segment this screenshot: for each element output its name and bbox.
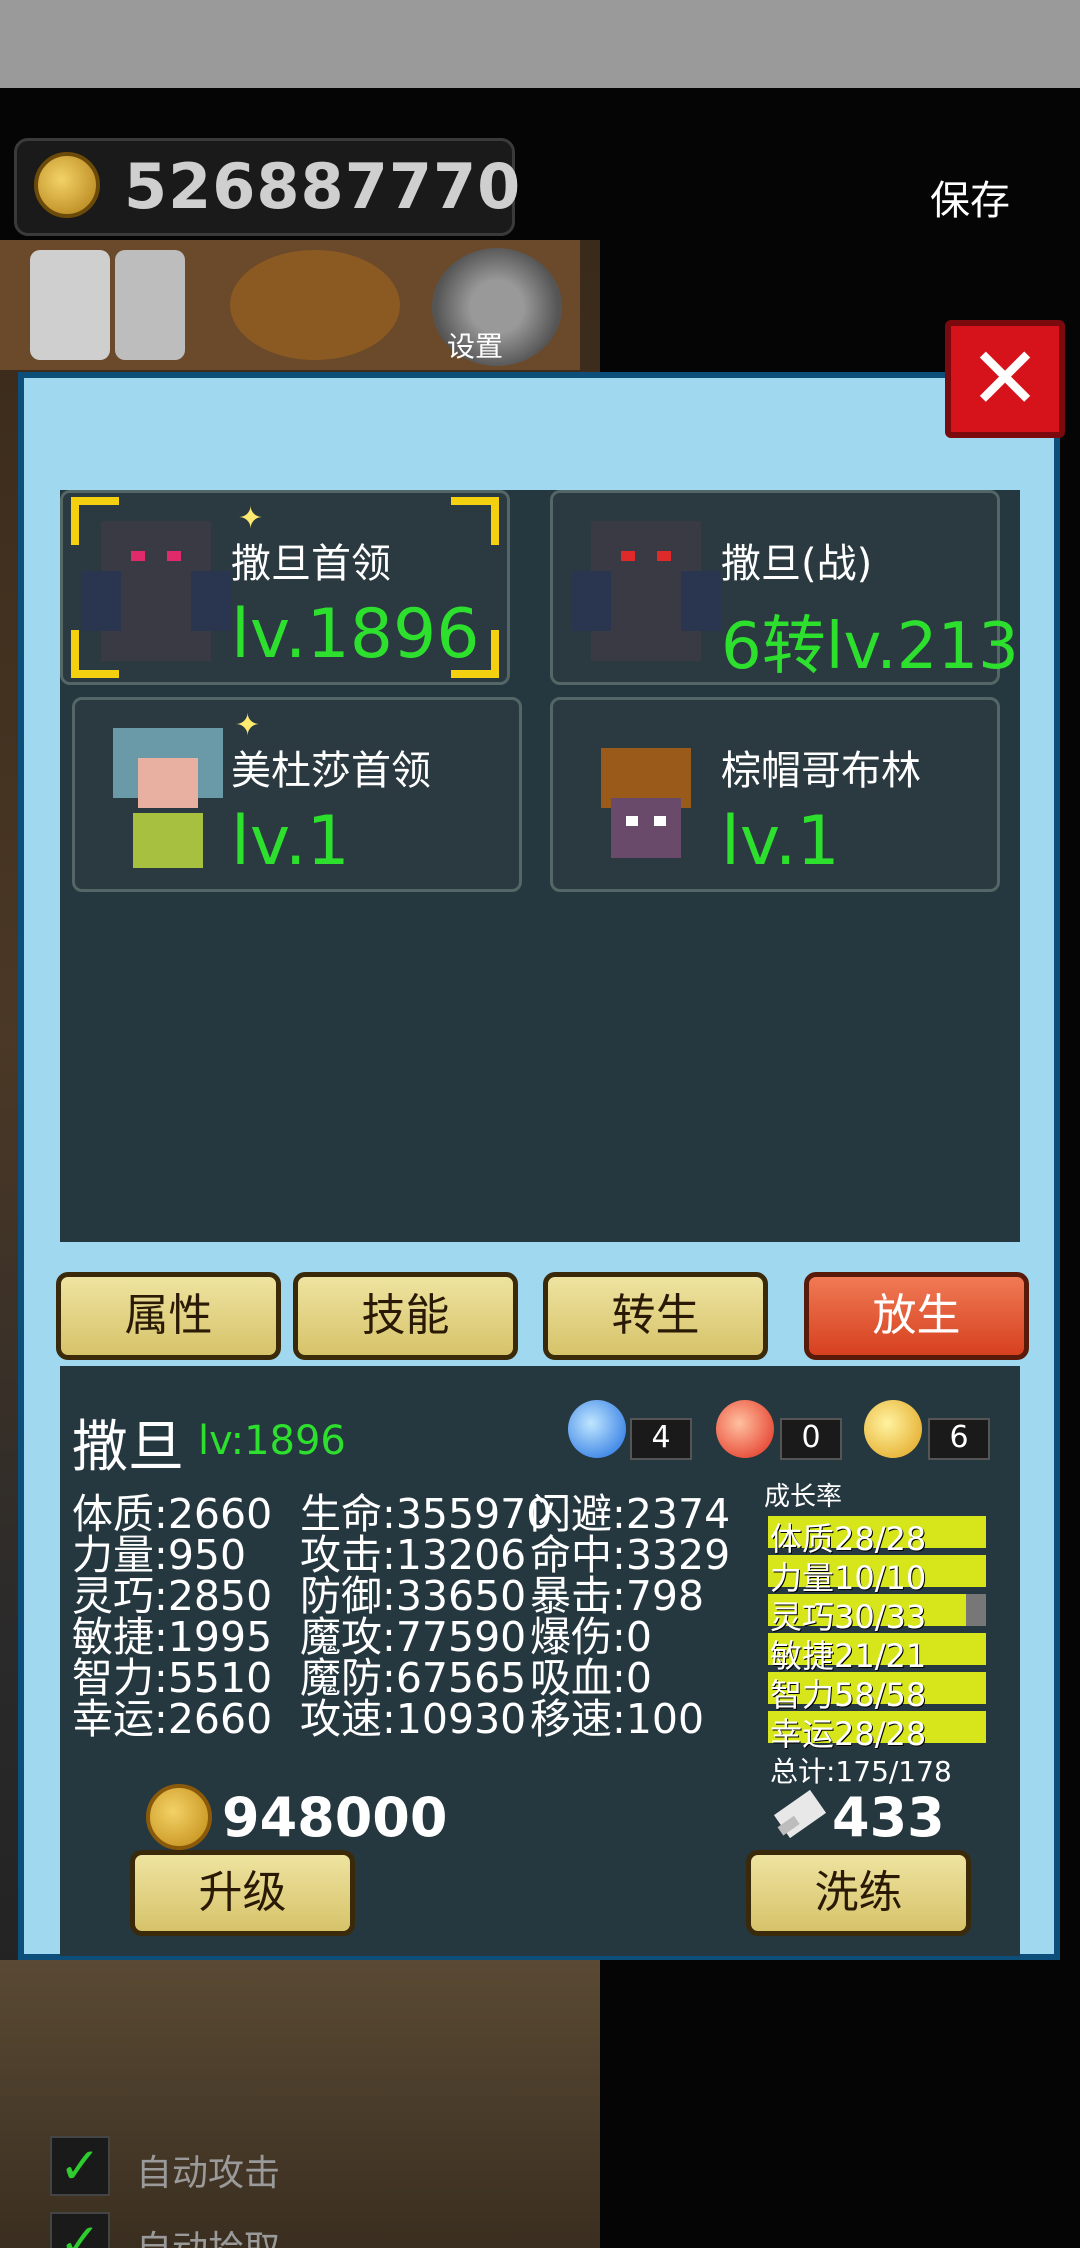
stat-hp: 生命:355970 [300,1490,553,1538]
tab-rebirth[interactable]: 转生 [543,1272,768,1360]
red-gem-count: 0 [780,1418,842,1460]
red-gem-icon [716,1400,774,1458]
gold-coin-icon [146,1784,212,1850]
selection-corner [451,497,499,545]
stat-accuracy: 命中:3329 [530,1531,731,1579]
gold-amount: 526887770 [124,150,522,223]
goblin-portrait-icon [601,748,691,858]
monster-card-satan-war[interactable]: 撒旦(战) 6转lv.213 [550,490,1019,685]
monster-name: 美杜莎首领 [231,748,431,794]
monster-card-medusa-boss[interactable]: ✦ 美杜莎首领 lv.1 [72,697,522,892]
checkmark-icon: ✓ [50,2136,110,2196]
upgrade-cost: 948000 [222,1786,448,1849]
status-bar [0,0,1080,88]
stat-intelligence: 智力:5510 [72,1654,273,1702]
settings-label: 设置 [447,330,504,363]
close-button[interactable]: ✕ [945,320,1065,438]
growth-bar-remainder [966,1594,986,1626]
growth-row: 敏捷21/21 [768,1633,998,1675]
detail-level: lv:1896 [198,1418,346,1464]
checkmark-icon: ✓ [50,2212,110,2248]
monster-level: lv.1 [721,802,840,881]
monster-name: 撒旦(战) [721,541,873,587]
detail-name: 撒旦 [72,1415,184,1480]
auto-attack-toggle[interactable]: ✓ 自动攻击 [50,2136,330,2196]
stat-attack-speed: 攻速:10930 [300,1695,527,1743]
monster-level: lv.1 [231,802,350,881]
scroll-icon [773,1789,827,1839]
stat-lifesteal: 吸血:0 [530,1654,652,1702]
monster-name: 撒旦首领 [231,541,391,587]
growth-text: 幸运28/28 [770,1715,927,1753]
yellow-gem-icon [864,1400,922,1458]
stat-move-speed: 移速:100 [530,1695,705,1743]
game-scene-bottom [0,1960,600,2248]
growth-rate-label: 成长率 [764,1482,843,1512]
monster-card-brown-hat-goblin[interactable]: 棕帽哥布林 lv.1 [550,697,1000,892]
monster-name: 棕帽哥布林 [721,748,921,794]
stat-strength: 力量:950 [72,1531,247,1579]
auto-attack-label: 自动攻击 [136,2153,281,2194]
save-button[interactable]: 保存 [930,168,1010,226]
stat-agility: 敏捷:1995 [72,1613,273,1661]
stat-attack: 攻击:13206 [300,1531,527,1579]
reroll-cost: 433 [832,1786,945,1849]
selection-corner [451,630,499,678]
growth-row: 灵巧30/33 [768,1594,998,1636]
monster-level: lv.1896 [231,595,480,674]
close-icon: ✕ [968,329,1042,429]
stat-dexterity: 灵巧:2850 [72,1572,273,1620]
selection-corner [71,630,119,678]
auto-pickup-label: 自动拾取 [136,2220,280,2248]
monster-list: ✦ 撒旦首领 lv.1896 撒旦(战) 6转lv.213 ✦ 美杜莎首领 lv… [60,490,1020,1242]
tab-attributes[interactable]: 属性 [56,1272,281,1360]
stat-constitution: 体质:2660 [72,1490,273,1538]
growth-row: 智力58/58 [768,1672,998,1714]
reroll-button[interactable]: 洗练 [746,1850,971,1936]
upgrade-button[interactable]: 升级 [130,1850,355,1936]
auto-pickup-toggle[interactable]: ✓ 自动拾取 [50,2212,330,2248]
stat-crit-damage: 爆伤:0 [530,1613,652,1661]
stat-magic-defense: 魔防:67565 [300,1654,527,1702]
stat-evasion: 闪避:2374 [530,1490,731,1538]
ghost-icon[interactable] [115,250,185,360]
stat-magic-attack: 魔攻:77590 [300,1613,527,1661]
stat-defense: 防御:33650 [300,1572,527,1620]
medusa-portrait-icon [113,728,223,868]
monster-card-satan-boss[interactable]: ✦ 撒旦首领 lv.1896 [60,490,510,685]
monster-level: 6转lv.213 [721,610,1019,684]
growth-row: 幸运28/28 [768,1711,998,1753]
selection-corner [71,497,119,545]
release-button[interactable]: 放生 [804,1272,1029,1360]
growth-row: 力量10/10 [768,1555,998,1597]
yellow-gem-count: 6 [928,1418,990,1460]
satan-war-portrait-icon [571,521,721,661]
growth-row: 体质28/28 [768,1516,998,1558]
blue-gem-icon [568,1400,626,1458]
gold-coin-icon [34,152,100,218]
quest-list-icon[interactable] [30,250,110,360]
bag-icon[interactable] [230,250,400,360]
stat-crit: 暴击:798 [530,1572,705,1620]
stat-luck: 幸运:2660 [72,1695,273,1743]
blue-gem-count: 4 [630,1418,692,1460]
tab-skills[interactable]: 技能 [293,1272,518,1360]
